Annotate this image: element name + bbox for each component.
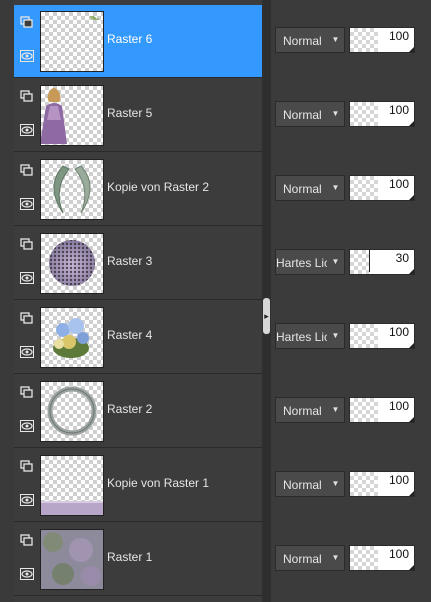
layer-properties-row: Normal ▼ 100 — [271, 444, 431, 518]
blend-mode-dropdown[interactable]: Normal ▼ — [275, 101, 345, 127]
blend-mode-dropdown[interactable]: Hartes Licht ▼ — [275, 323, 345, 349]
eye-icon[interactable] — [20, 420, 34, 432]
layer-properties-row: Normal ▼ 100 — [271, 518, 431, 592]
layer-group-link-icon[interactable] — [20, 460, 34, 472]
blend-mode-dropdown[interactable]: Normal ▼ — [275, 397, 345, 423]
opacity-slider[interactable]: 100 — [349, 397, 415, 423]
chevron-down-icon[interactable]: ▼ — [327, 176, 344, 200]
layer-properties-row: Normal ▼ 100 — [271, 0, 431, 74]
eye-icon[interactable] — [20, 494, 34, 506]
opacity-slider[interactable]: 100 — [349, 101, 415, 127]
opacity-slider[interactable]: 100 — [349, 545, 415, 571]
opacity-corner-indicator — [409, 269, 414, 274]
blend-mode-label: Normal — [283, 34, 322, 48]
opacity-slider[interactable]: 30 — [349, 249, 415, 275]
opacity-value: 100 — [388, 103, 409, 117]
layer-thumbnail — [40, 529, 104, 590]
chevron-down-icon[interactable]: ▼ — [327, 250, 344, 274]
opacity-corner-indicator — [409, 491, 414, 496]
opacity-slider[interactable]: 100 — [349, 471, 415, 497]
layer-thumbnail — [40, 381, 104, 442]
layer-row[interactable]: Raster 3 — [14, 227, 262, 300]
layer-name: Raster 6 — [107, 32, 153, 46]
layer-row[interactable]: Raster 6 — [14, 5, 262, 78]
blend-mode-dropdown[interactable]: Normal ▼ — [275, 175, 345, 201]
column-splitter[interactable]: ▸ — [262, 0, 271, 602]
eye-icon[interactable] — [20, 50, 34, 62]
layer-row[interactable]: Kopie von Raster 2 — [14, 153, 262, 226]
layer-properties-row: Hartes Licht ▼ 100 — [271, 296, 431, 370]
layer-properties-row: Normal ▼ 100 — [271, 74, 431, 148]
blend-mode-dropdown[interactable]: Hartes Licht ▼ — [275, 249, 345, 275]
layer-row[interactable]: Raster 1 — [14, 523, 262, 596]
layer-name: Raster 4 — [107, 328, 153, 342]
layer-group-link-icon[interactable] — [20, 90, 34, 102]
opacity-slider[interactable]: 100 — [349, 175, 415, 201]
chevron-down-icon[interactable]: ▼ — [327, 28, 344, 52]
palette-left-edge — [0, 0, 14, 602]
opacity-slider-marker[interactable] — [369, 250, 370, 272]
layer-group-link-icon[interactable] — [20, 534, 34, 546]
blend-mode-dropdown[interactable]: Normal ▼ — [275, 471, 345, 497]
layer-name: Raster 1 — [107, 550, 153, 564]
chevron-down-icon[interactable]: ▼ — [327, 472, 344, 496]
layer-group-link-icon[interactable] — [20, 16, 34, 28]
layer-thumbnail — [40, 233, 104, 294]
opacity-value: 100 — [388, 177, 409, 191]
layer-properties-row: Normal ▼ 100 — [271, 148, 431, 222]
opacity-slider[interactable]: 100 — [349, 323, 415, 349]
layer-row[interactable]: Raster 2 — [14, 375, 262, 448]
eye-icon[interactable] — [20, 124, 34, 136]
layer-thumbnail — [40, 159, 104, 220]
opacity-value: 100 — [388, 29, 409, 43]
blend-mode-label: Normal — [283, 478, 322, 492]
blend-mode-label: Normal — [283, 182, 322, 196]
chevron-down-icon[interactable]: ▼ — [327, 546, 344, 570]
opacity-value: 100 — [388, 547, 409, 561]
opacity-value: 100 — [388, 325, 409, 339]
layer-thumbnail — [40, 11, 104, 72]
opacity-slider[interactable]: 100 — [349, 27, 415, 53]
opacity-corner-indicator — [409, 565, 414, 570]
opacity-value: 100 — [388, 399, 409, 413]
opacity-corner-indicator — [409, 121, 414, 126]
layer-name: Raster 2 — [107, 402, 153, 416]
layer-name: Raster 5 — [107, 106, 153, 120]
layer-row[interactable]: Kopie von Raster 1 — [14, 449, 262, 522]
layer-row[interactable]: Raster 5 — [14, 79, 262, 152]
layer-name: Kopie von Raster 2 — [107, 180, 210, 194]
chevron-right-icon[interactable]: ▸ — [263, 298, 270, 334]
blend-mode-label: Normal — [283, 108, 322, 122]
blend-mode-label: Normal — [283, 552, 322, 566]
opacity-corner-indicator — [409, 195, 414, 200]
opacity-corner-indicator — [409, 47, 414, 52]
layer-group-link-icon[interactable] — [20, 238, 34, 250]
layer-group-link-icon[interactable] — [20, 312, 34, 324]
layer-thumbnail — [40, 455, 104, 516]
blend-mode-label: Normal — [283, 404, 322, 418]
layer-group-link-icon[interactable] — [20, 386, 34, 398]
layer-name: Kopie von Raster 1 — [107, 476, 210, 490]
layer-thumbnail — [40, 85, 104, 146]
layer-properties-row: Hartes Licht ▼ 30 — [271, 222, 431, 296]
eye-icon[interactable] — [20, 198, 34, 210]
eye-icon[interactable] — [20, 272, 34, 284]
opacity-value: 30 — [395, 251, 409, 265]
layer-row[interactable]: Raster 4 — [14, 301, 262, 374]
opacity-corner-indicator — [409, 417, 414, 422]
blend-mode-dropdown[interactable]: Normal ▼ — [275, 545, 345, 571]
eye-icon[interactable] — [20, 568, 34, 580]
layer-group-link-icon[interactable] — [20, 164, 34, 176]
opacity-corner-indicator — [409, 343, 414, 348]
layer-thumbnail — [40, 307, 104, 368]
blend-mode-dropdown[interactable]: Normal ▼ — [275, 27, 345, 53]
chevron-down-icon[interactable]: ▼ — [327, 324, 344, 348]
layer-properties-row: Normal ▼ 100 — [271, 370, 431, 444]
layer-name: Raster 3 — [107, 254, 153, 268]
chevron-down-icon[interactable]: ▼ — [327, 398, 344, 422]
chevron-down-icon[interactable]: ▼ — [327, 102, 344, 126]
eye-icon[interactable] — [20, 346, 34, 358]
opacity-value: 100 — [388, 473, 409, 487]
